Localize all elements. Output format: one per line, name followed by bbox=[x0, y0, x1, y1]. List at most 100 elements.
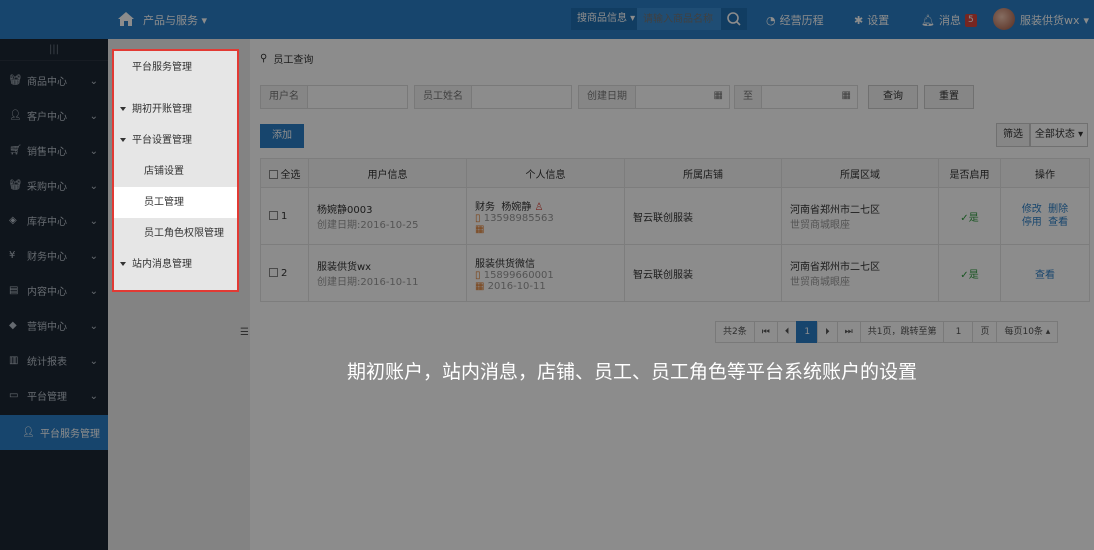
region: 河南省郑州市二七区 bbox=[790, 262, 880, 273]
created-to-field[interactable]: 至 ▦ bbox=[734, 85, 858, 109]
staff-name-field[interactable]: 员工姓名 bbox=[414, 85, 572, 109]
sidebar-item-purchase[interactable]: 🧺︎ 采购中心 ⌄ bbox=[0, 168, 108, 203]
submenu-item-platform-settings[interactable]: 平台设置管理 bbox=[114, 125, 237, 156]
submenu-item-opening-accounts[interactable]: 期初开账管理 bbox=[114, 94, 237, 125]
sidebar-item-marketing[interactable]: ◆ 营销中心 ⌄ bbox=[0, 308, 108, 343]
submenu-item-role-permissions[interactable]: 员工角色权限管理 bbox=[114, 218, 237, 249]
breadcrumb: ⚲ 员工查询 bbox=[260, 51, 313, 66]
row-index: 1 bbox=[281, 210, 288, 222]
caret-down-icon bbox=[120, 262, 126, 266]
shop-cell: 智云联创服装 bbox=[624, 244, 782, 302]
actions-cell: 修改 删除 停用 查看 bbox=[1000, 187, 1090, 245]
chevron-down-icon: ⌄ bbox=[89, 111, 98, 122]
search-category-select[interactable]: 搜商品信息 ▾ bbox=[571, 8, 637, 30]
user-menu[interactable]: 服装供货wx ▾ bbox=[1020, 12, 1089, 28]
sidebar-item-goods[interactable]: 🧺︎ 商品中心 ⌄ bbox=[0, 63, 108, 98]
reset-button[interactable]: 重置 bbox=[924, 85, 974, 109]
user-name: 服装供货wx bbox=[1020, 14, 1080, 27]
sidebar-item-finance[interactable]: ¥ 财务中心 ⌄ bbox=[0, 238, 108, 273]
calendar-icon: ▦ bbox=[841, 90, 851, 101]
status-select-value: 全部状态 bbox=[1034, 129, 1075, 140]
sidebar-item-label: 财务中心 bbox=[27, 252, 67, 263]
sidebar-item-label: 统计报表 bbox=[27, 357, 67, 368]
row-checkbox[interactable] bbox=[269, 268, 278, 277]
jump-page-input[interactable]: 1 bbox=[943, 321, 974, 343]
messages-label: 消息 bbox=[938, 14, 961, 27]
query-button[interactable]: 查询 bbox=[868, 85, 918, 109]
user-info-cell: 服装供货wx 创建日期:2016-10-11 bbox=[308, 244, 467, 302]
sidebar-item-reports[interactable]: ▥ 统计报表 ⌄ bbox=[0, 343, 108, 378]
chevron-down-icon: ⌄ bbox=[89, 286, 98, 297]
search-input[interactable] bbox=[637, 8, 721, 30]
edit-link[interactable]: 修改 bbox=[1022, 204, 1042, 215]
status-select[interactable]: 全部状态 ▾ bbox=[1030, 123, 1088, 147]
submenu-item-label: 期初开账管理 bbox=[132, 104, 192, 115]
submenu-item-staff-management[interactable]: 员工管理 bbox=[114, 187, 237, 218]
sidebar-toggle[interactable]: ||| bbox=[0, 39, 108, 61]
filter-button[interactable]: 筛选 bbox=[996, 123, 1030, 147]
sidebar-item-content[interactable]: ▤ 内容中心 ⌄ bbox=[0, 273, 108, 308]
select-all-header[interactable]: 全选 bbox=[260, 158, 309, 188]
gear-icon: ✱ bbox=[854, 13, 864, 27]
submenu-title: 平台服务管理 bbox=[114, 51, 237, 94]
page-count-label: 共1页，跳转至第 bbox=[859, 321, 945, 343]
sidebar-item-platform-services[interactable]: 👤︎ 平台服务管理 bbox=[0, 415, 108, 450]
submenu-item-messages[interactable]: 站内消息管理 bbox=[114, 249, 237, 290]
view-link[interactable]: 查看 bbox=[1048, 217, 1068, 228]
submenu-item-label: 平台设置管理 bbox=[132, 135, 192, 146]
column-header: 操作 bbox=[1000, 158, 1090, 188]
home-icon[interactable] bbox=[116, 9, 136, 29]
location-pin-icon: ⚲ bbox=[260, 53, 268, 64]
row-checkbox[interactable] bbox=[269, 211, 278, 220]
shop-cell: 智云联创服装 bbox=[624, 187, 782, 245]
search-icon bbox=[727, 12, 741, 26]
chevron-down-icon: ⌄ bbox=[89, 181, 98, 192]
username-field[interactable]: 用户名 bbox=[260, 85, 408, 109]
chevron-down-icon: ⌄ bbox=[89, 251, 98, 262]
collapse-handle-icon[interactable]: ☰ bbox=[240, 327, 250, 341]
row-select-cell[interactable]: 1 bbox=[260, 187, 309, 245]
user-name: 服装供货wx bbox=[317, 262, 372, 273]
coin-icon: ¥ bbox=[9, 249, 16, 261]
submenu-item-label: 员工角色权限管理 bbox=[144, 228, 224, 239]
page-button-current[interactable]: 1 bbox=[796, 321, 819, 343]
chevron-down-icon: ⌄ bbox=[89, 216, 98, 227]
submenu-item-label: 站内消息管理 bbox=[132, 259, 192, 270]
sidebar-item-inventory[interactable]: ◈ 库存中心 ⌄ bbox=[0, 203, 108, 238]
last-page-icon[interactable]: ⏭ bbox=[836, 321, 861, 343]
sidebar-item-sales[interactable]: 🛒︎ 销售中心 ⌄ bbox=[0, 133, 108, 168]
created-from-field[interactable]: 创建日期 ▦ bbox=[578, 85, 730, 109]
next-page-icon[interactable]: ⏵ bbox=[817, 321, 838, 343]
messages-link[interactable]: 🔔︎ 消息 5 bbox=[921, 12, 977, 28]
settings-label: 设置 bbox=[867, 14, 890, 27]
search-button[interactable] bbox=[721, 8, 747, 30]
personal-info-cell: 服装供货微信 ▯ 15899660001 ▦ 2016-10-11 bbox=[466, 244, 625, 302]
disable-link[interactable]: 停用 bbox=[1022, 217, 1042, 228]
view-link[interactable]: 查看 bbox=[1035, 270, 1055, 281]
per-page-select[interactable]: 每页10条 ▴ bbox=[996, 321, 1059, 343]
calendar-icon: ▦ bbox=[475, 223, 485, 235]
avatar[interactable] bbox=[993, 8, 1015, 30]
date: 2016-10-11 bbox=[487, 280, 546, 292]
sidebar-item-platform[interactable]: ▭ 平台管理 ⌄ bbox=[0, 378, 108, 413]
history-link[interactable]: ◔ 经营历程 bbox=[766, 12, 824, 28]
add-button[interactable]: 添加 bbox=[260, 124, 304, 148]
prev-page-icon[interactable]: ⏴ bbox=[776, 321, 798, 343]
username-label: 用户名 bbox=[261, 86, 308, 108]
product-menu[interactable]: 产品与服务 ▾ bbox=[143, 12, 207, 28]
column-header: 全选 bbox=[280, 169, 301, 181]
table-row: 2 服装供货wx 创建日期:2016-10-11 服装供货微信 ▯ 158996… bbox=[260, 244, 1090, 302]
submenu-item-shop-settings[interactable]: 店铺设置 bbox=[114, 156, 237, 187]
settings-link[interactable]: ✱ 设置 bbox=[854, 12, 889, 28]
book-icon: ▤ bbox=[9, 284, 19, 296]
phone: 15899660001 bbox=[483, 269, 554, 281]
chevron-down-icon: ▾ bbox=[1083, 13, 1090, 27]
caret-down-icon bbox=[120, 138, 126, 142]
first-page-icon[interactable]: ⏮ bbox=[753, 321, 778, 343]
row-select-cell[interactable]: 2 bbox=[260, 244, 309, 302]
sidebar-item-customers[interactable]: 👤︎ 客户中心 ⌄ bbox=[0, 98, 108, 133]
select-all-checkbox[interactable] bbox=[268, 170, 278, 179]
enabled-cell: ✓是 bbox=[938, 187, 1001, 245]
role: 服装供货微信 bbox=[475, 258, 535, 270]
delete-link[interactable]: 删除 bbox=[1048, 204, 1068, 215]
